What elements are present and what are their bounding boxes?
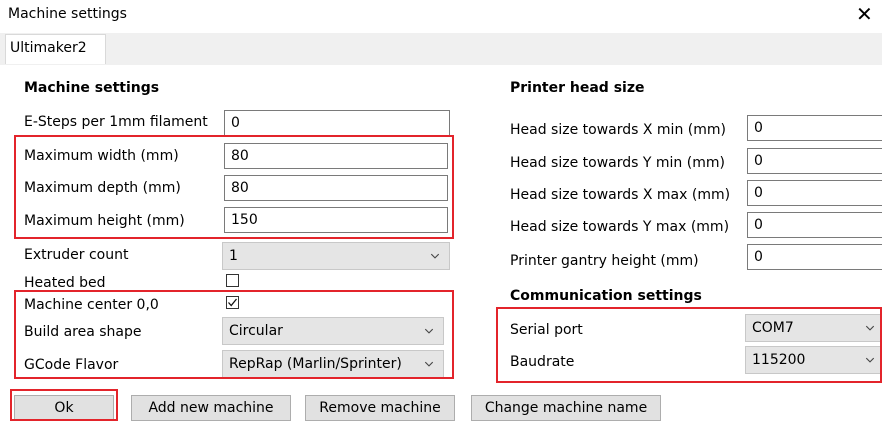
- head-y-max-input[interactable]: 0: [747, 212, 882, 238]
- head-x-min-label: Head size towards X min (mm): [510, 122, 726, 138]
- gantry-height-label: Printer gantry height (mm): [510, 253, 699, 269]
- tab-label: Ultimaker2: [10, 40, 87, 56]
- chevron-down-icon: [430, 253, 440, 259]
- communication-heading: Communication settings: [510, 288, 702, 304]
- highlight-communication: [496, 307, 882, 383]
- heated-bed-checkbox[interactable]: [226, 274, 239, 287]
- esteps-input[interactable]: 0: [224, 110, 450, 136]
- change-machine-name-button[interactable]: Change machine name: [471, 395, 661, 421]
- highlight-dimensions: [14, 135, 454, 239]
- esteps-label: E-Steps per 1mm filament: [24, 114, 208, 130]
- head-x-max-input[interactable]: 0: [747, 180, 882, 206]
- extruder-count-label: Extruder count: [24, 247, 129, 263]
- highlight-ok: [10, 389, 118, 421]
- head-x-max-label: Head size towards X max (mm): [510, 187, 731, 203]
- head-y-max-label: Head size towards Y max (mm): [510, 219, 730, 235]
- extruder-count-value: 1: [229, 248, 238, 264]
- head-y-min-input[interactable]: 0: [747, 148, 882, 174]
- head-x-min-input[interactable]: 0: [747, 115, 882, 141]
- printer-head-heading: Printer head size: [510, 80, 645, 96]
- remove-machine-button[interactable]: Remove machine: [305, 395, 455, 421]
- close-icon[interactable]: ✕: [856, 3, 873, 25]
- highlight-machine-options: [14, 290, 454, 379]
- tab-strip: [0, 33, 882, 65]
- gantry-height-input[interactable]: 0: [747, 244, 882, 270]
- extruder-count-select[interactable]: 1: [222, 242, 450, 270]
- heated-bed-label: Heated bed: [24, 275, 106, 291]
- window-title: Machine settings: [8, 6, 127, 22]
- add-new-machine-button[interactable]: Add new machine: [131, 395, 291, 421]
- head-y-min-label: Head size towards Y min (mm): [510, 155, 725, 171]
- title-bar: [0, 0, 882, 32]
- machine-settings-heading: Machine settings: [24, 80, 160, 96]
